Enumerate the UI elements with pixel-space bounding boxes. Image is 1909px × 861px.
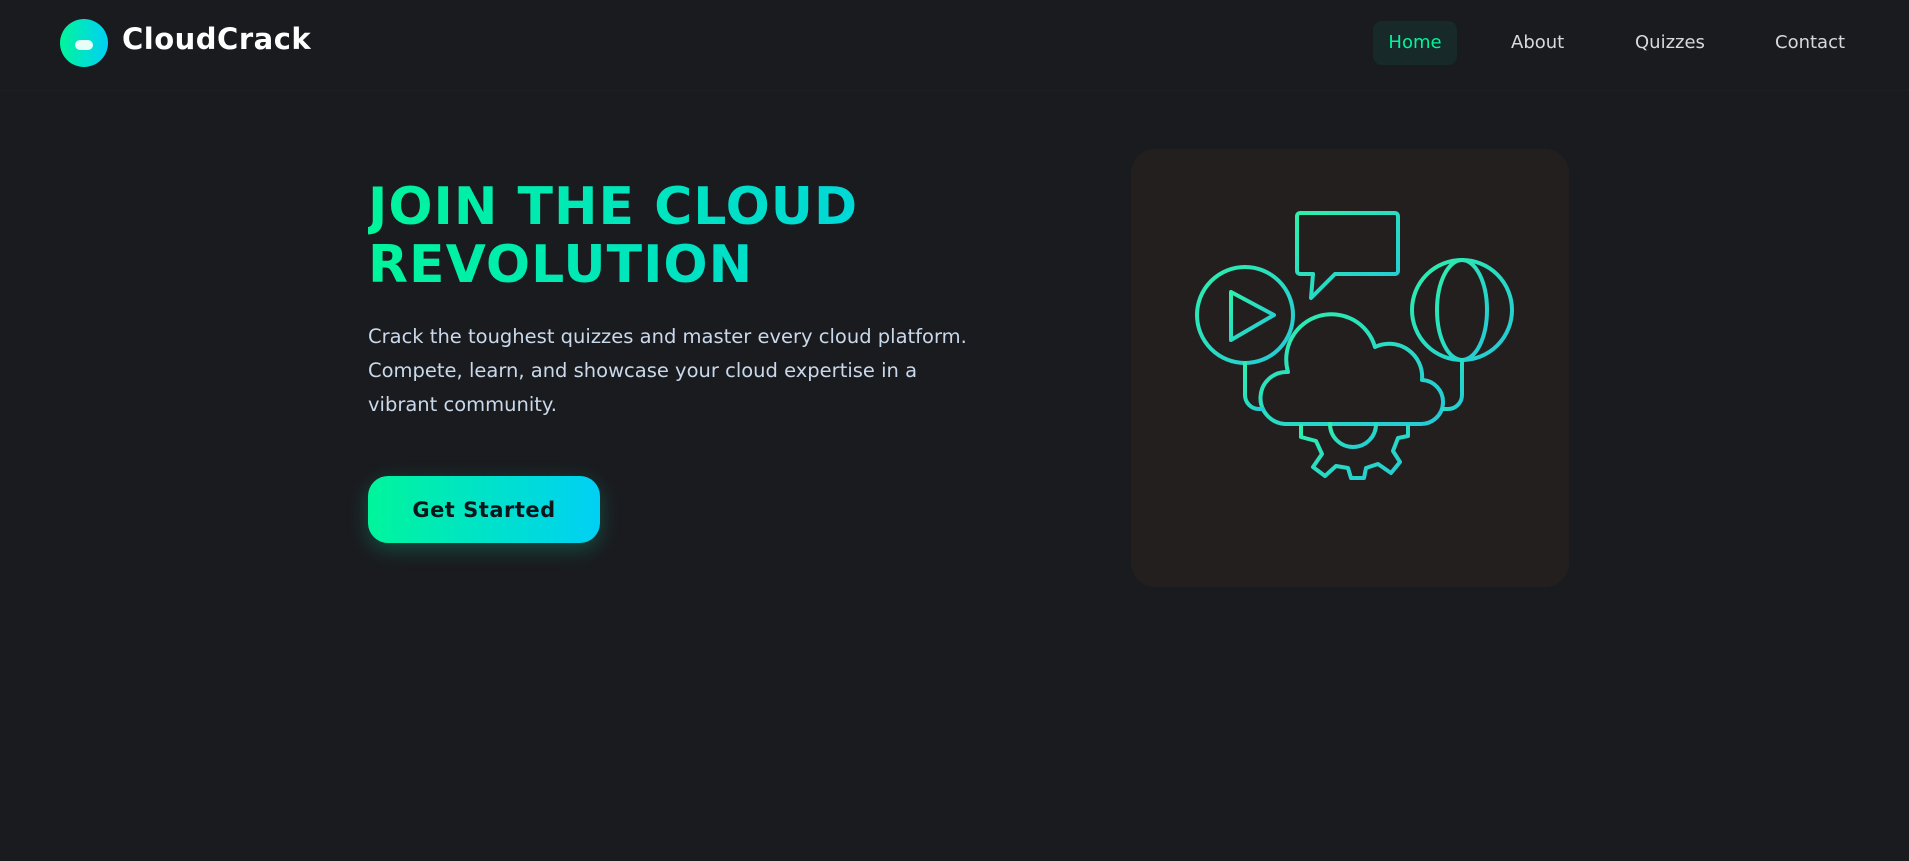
- cloud-network-icon: [1195, 211, 1514, 480]
- nav-contact[interactable]: Contact: [1775, 21, 1845, 65]
- chat-bubble-icon: [1295, 211, 1400, 300]
- logo-icon[interactable]: [60, 19, 108, 67]
- hero-description: Crack the toughest quizzes and master ev…: [368, 325, 967, 416]
- play-icon: [1195, 265, 1295, 365]
- nav-about[interactable]: About: [1511, 21, 1564, 65]
- cloud-icon: [1243, 312, 1464, 427]
- cloud-pill-icon: [75, 40, 93, 50]
- nav-quizzes[interactable]: Quizzes: [1635, 21, 1705, 65]
- site-header: CloudCrack Home About Quizzes Contact: [0, 0, 1909, 91]
- nav-home[interactable]: Home: [1373, 21, 1457, 65]
- hero-title: JOIN THE CLOUD REVOLUTION: [368, 178, 928, 294]
- gear-icon: [1299, 422, 1410, 480]
- globe-icon: [1410, 258, 1514, 362]
- brand-name[interactable]: CloudCrack: [122, 22, 311, 56]
- get-started-button[interactable]: Get Started: [368, 476, 600, 543]
